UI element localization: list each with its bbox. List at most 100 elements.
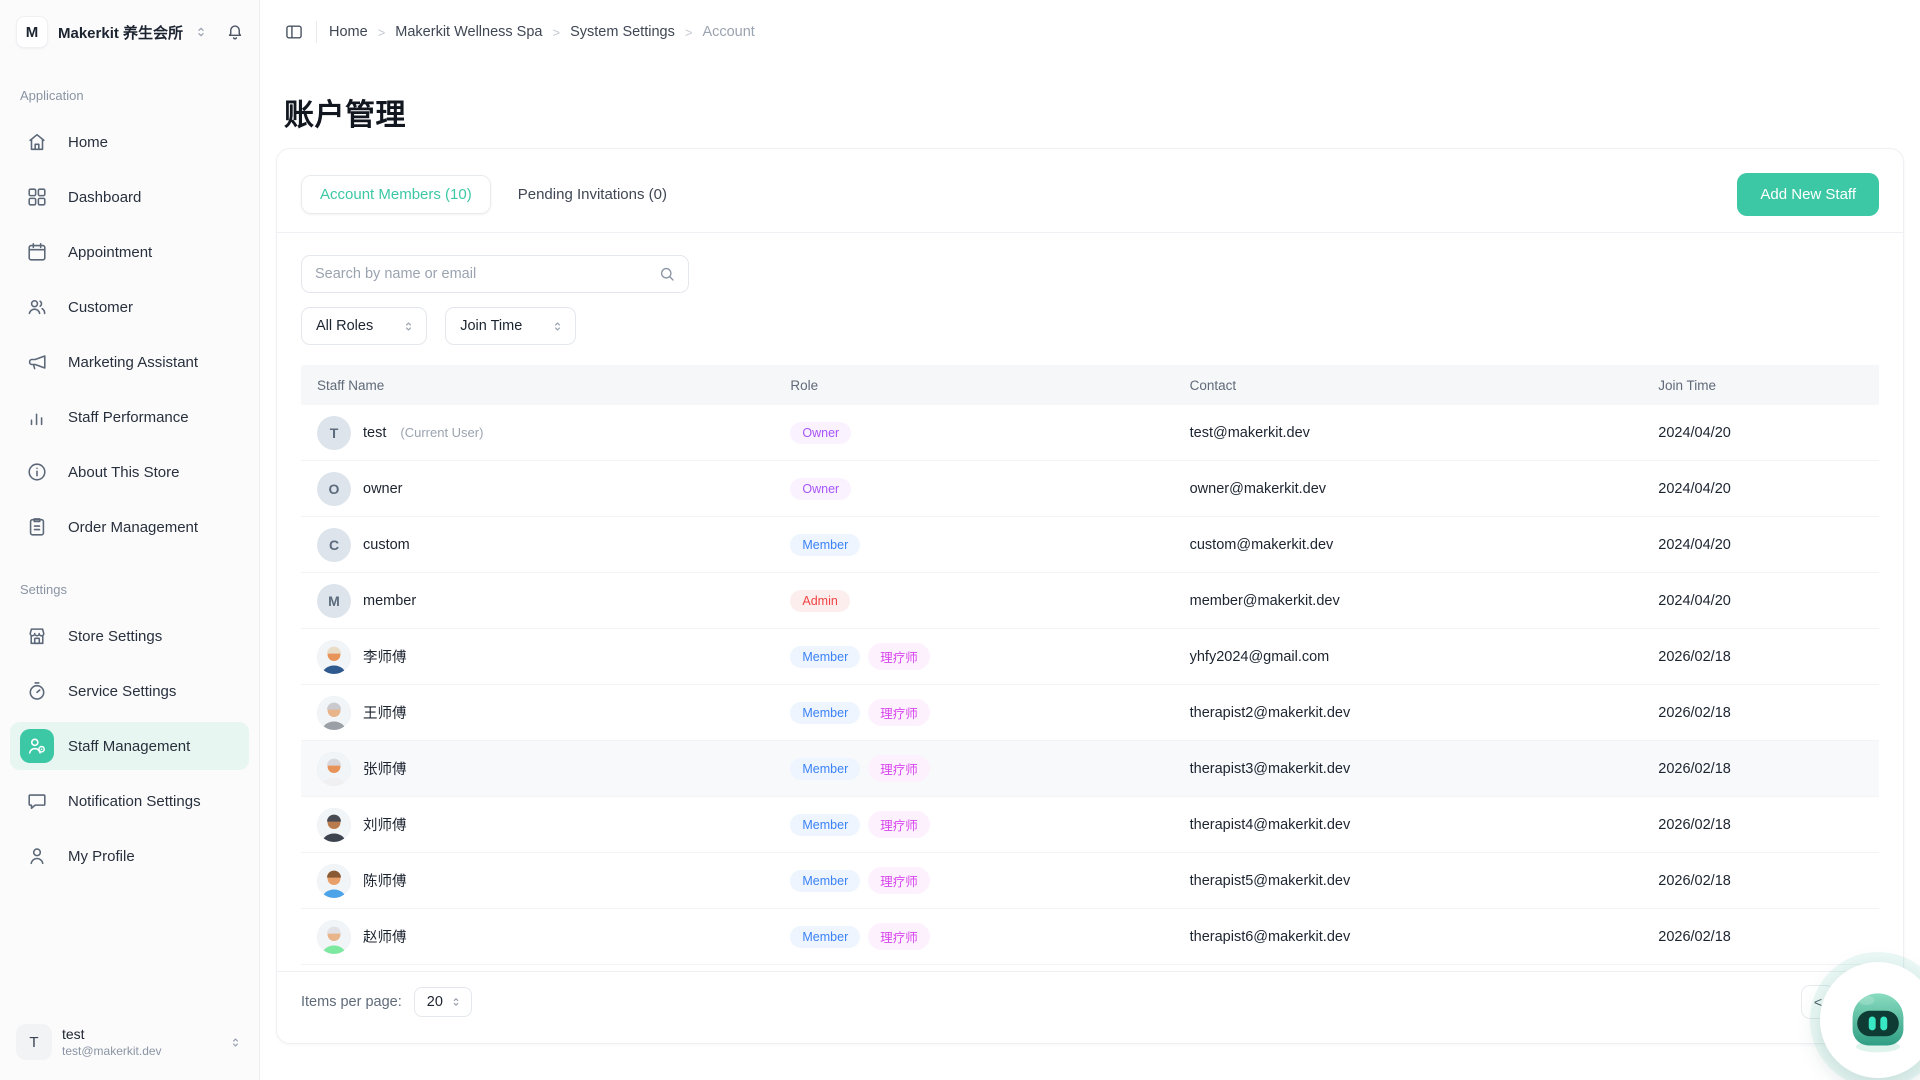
chevron-up-down-icon bbox=[449, 995, 463, 1009]
sidebar-section-label: Settings bbox=[0, 558, 259, 605]
staff-avatar bbox=[317, 752, 351, 786]
sidebar-item-about-this-store[interactable]: About This Store bbox=[10, 448, 249, 496]
sidebar-item-order-management[interactable]: Order Management bbox=[10, 503, 249, 551]
staff-contact: member@makerkit.dev bbox=[1174, 593, 1643, 609]
topbar: Home > Makerkit Wellness Spa > System Settin… bbox=[260, 0, 1920, 64]
add-new-staff-button[interactable]: Add New Staff bbox=[1737, 173, 1879, 216]
staff-join-time: 2026/02/18 bbox=[1642, 649, 1879, 665]
table-row[interactable]: CcustomMembercustom@makerkit.dev2024/04/… bbox=[301, 517, 1879, 573]
sidebar-item-staff-performance[interactable]: Staff Performance bbox=[10, 393, 249, 441]
roles-filter-select[interactable]: All Roles bbox=[301, 307, 427, 345]
dashboard-icon bbox=[20, 180, 54, 214]
staff-name: 李师傅 bbox=[363, 646, 407, 667]
sidebar-item-marketing-assistant[interactable]: Marketing Assistant bbox=[10, 338, 249, 386]
staff-join-time: 2024/04/20 bbox=[1642, 593, 1879, 609]
user-email: test@makerkit.dev bbox=[62, 1044, 162, 1058]
sidebar-item-notification-settings[interactable]: Notification Settings bbox=[10, 777, 249, 825]
column-header-role: Role bbox=[774, 378, 1173, 393]
sidebar-item-appointment[interactable]: Appointment bbox=[10, 228, 249, 276]
megaphone-icon bbox=[20, 345, 54, 379]
chevron-up-down-icon bbox=[401, 319, 416, 334]
join-time-filter-select[interactable]: Join Time bbox=[445, 307, 576, 345]
role-badge-therapist: 理疗师 bbox=[868, 811, 930, 838]
sidebar-item-staff-management[interactable]: Staff Management bbox=[10, 722, 249, 770]
role-badge-member: Member bbox=[790, 758, 860, 780]
breadcrumb: Home > Makerkit Wellness Spa > System Settin… bbox=[329, 24, 755, 40]
sidebar-item-dashboard[interactable]: Dashboard bbox=[10, 173, 249, 221]
user-avatar: T bbox=[16, 1024, 52, 1060]
table-row[interactable]: Ttest(Current User)Ownertest@makerkit.de… bbox=[301, 405, 1879, 461]
breadcrumb-item-account: Account bbox=[702, 24, 754, 40]
staff-avatar: O bbox=[317, 472, 351, 506]
divider bbox=[316, 21, 317, 43]
staff-join-time: 2026/02/18 bbox=[1642, 929, 1879, 945]
sidebar-item-customer[interactable]: Customer bbox=[10, 283, 249, 331]
table-row[interactable]: 王师傅Member理疗师therapist2@makerkit.dev2026/… bbox=[301, 685, 1879, 741]
search-icon[interactable] bbox=[658, 265, 676, 283]
person-icon bbox=[20, 839, 54, 873]
role-badge-member: Member bbox=[790, 870, 860, 892]
sidebar-toggle-icon[interactable] bbox=[284, 22, 304, 42]
table-row[interactable]: 张师傅Member理疗师therapist3@makerkit.dev2026/… bbox=[301, 741, 1879, 797]
breadcrumb-item-home[interactable]: Home bbox=[329, 24, 368, 40]
message-icon bbox=[20, 784, 54, 818]
sidebar-item-my-profile[interactable]: My Profile bbox=[10, 832, 249, 880]
role-badge-therapist: 理疗师 bbox=[868, 923, 930, 950]
items-per-page-select[interactable]: 20 bbox=[414, 987, 472, 1017]
role-badge-member: Member bbox=[790, 534, 860, 556]
current-user-note: (Current User) bbox=[400, 425, 483, 440]
staff-avatar bbox=[317, 808, 351, 842]
robot-icon bbox=[1841, 983, 1915, 1057]
staff-join-time: 2026/02/18 bbox=[1642, 705, 1879, 721]
tab-account-members[interactable]: Account Members (10) bbox=[301, 175, 491, 214]
staff-avatar bbox=[317, 640, 351, 674]
role-badge-member: Member bbox=[790, 702, 860, 724]
role-badge-member: Member bbox=[790, 646, 860, 668]
pagination: Items per page: 20 < 1 bbox=[277, 971, 1903, 1019]
chevron-up-down-icon bbox=[228, 1035, 243, 1050]
column-header-staff-name: Staff Name bbox=[301, 378, 774, 393]
members-card: Account Members (10)Pending Invitations … bbox=[276, 148, 1904, 1044]
user-menu[interactable]: T test test@makerkit.dev bbox=[0, 1010, 259, 1080]
sidebar-item-label: Service Settings bbox=[68, 683, 176, 700]
breadcrumb-item-makerkit-wellness-spa[interactable]: Makerkit Wellness Spa bbox=[395, 24, 542, 40]
staff-name: test bbox=[363, 425, 386, 441]
staff-contact: therapist5@makerkit.dev bbox=[1174, 873, 1643, 889]
table-row[interactable]: OownerOwnerowner@makerkit.dev2024/04/20 bbox=[301, 461, 1879, 517]
breadcrumb-item-system-settings[interactable]: System Settings bbox=[570, 24, 675, 40]
sidebar-item-label: Store Settings bbox=[68, 628, 162, 645]
main-content: Home > Makerkit Wellness Spa > System Settin… bbox=[260, 0, 1920, 1080]
brand-logo: M bbox=[16, 16, 48, 48]
staff-avatar: M bbox=[317, 584, 351, 618]
sidebar-item-service-settings[interactable]: Service Settings bbox=[10, 667, 249, 715]
sidebar-item-label: Order Management bbox=[68, 519, 198, 536]
table-row[interactable]: 陈师傅Member理疗师therapist5@makerkit.dev2026/… bbox=[301, 853, 1879, 909]
staff-avatar: T bbox=[317, 416, 351, 450]
table-row[interactable]: 赵师傅Member理疗师therapist6@makerkit.dev2026/… bbox=[301, 909, 1879, 965]
breadcrumb-separator: > bbox=[378, 25, 386, 40]
table-row[interactable]: MmemberAdminmember@makerkit.dev2024/04/2… bbox=[301, 573, 1879, 629]
staff-table: Staff NameRoleContactJoin Time Ttest(Cur… bbox=[301, 365, 1879, 971]
table-row[interactable]: 刘师傅Member理疗师therapist4@makerkit.dev2026/… bbox=[301, 797, 1879, 853]
breadcrumb-separator: > bbox=[552, 25, 560, 40]
items-per-page-value: 20 bbox=[427, 994, 443, 1010]
chevron-up-down-icon bbox=[550, 319, 565, 334]
user-name: test bbox=[62, 1026, 162, 1044]
notifications-bell-icon[interactable] bbox=[225, 22, 245, 42]
workspace-switcher[interactable]: M Makerkit 养生会所 bbox=[0, 0, 259, 64]
column-header-contact: Contact bbox=[1174, 378, 1643, 393]
sidebar-item-home[interactable]: Home bbox=[10, 118, 249, 166]
sidebar-item-store-settings[interactable]: Store Settings bbox=[10, 612, 249, 660]
divider bbox=[277, 232, 1903, 233]
staff-join-time: 2024/04/20 bbox=[1642, 481, 1879, 497]
staff-name: member bbox=[363, 593, 416, 609]
tab-pending-invitations[interactable]: Pending Invitations (0) bbox=[499, 175, 686, 214]
staff-join-time: 2024/04/20 bbox=[1642, 537, 1879, 553]
tabs: Account Members (10)Pending Invitations … bbox=[301, 175, 686, 214]
staff-name: 张师傅 bbox=[363, 758, 407, 779]
staff-contact: test@makerkit.dev bbox=[1174, 425, 1643, 441]
role-badge-member: Member bbox=[790, 814, 860, 836]
staff-contact: custom@makerkit.dev bbox=[1174, 537, 1643, 553]
table-row[interactable]: 李师傅Member理疗师yhfy2024@gmail.com2026/02/18 bbox=[301, 629, 1879, 685]
search-input[interactable] bbox=[315, 266, 650, 282]
